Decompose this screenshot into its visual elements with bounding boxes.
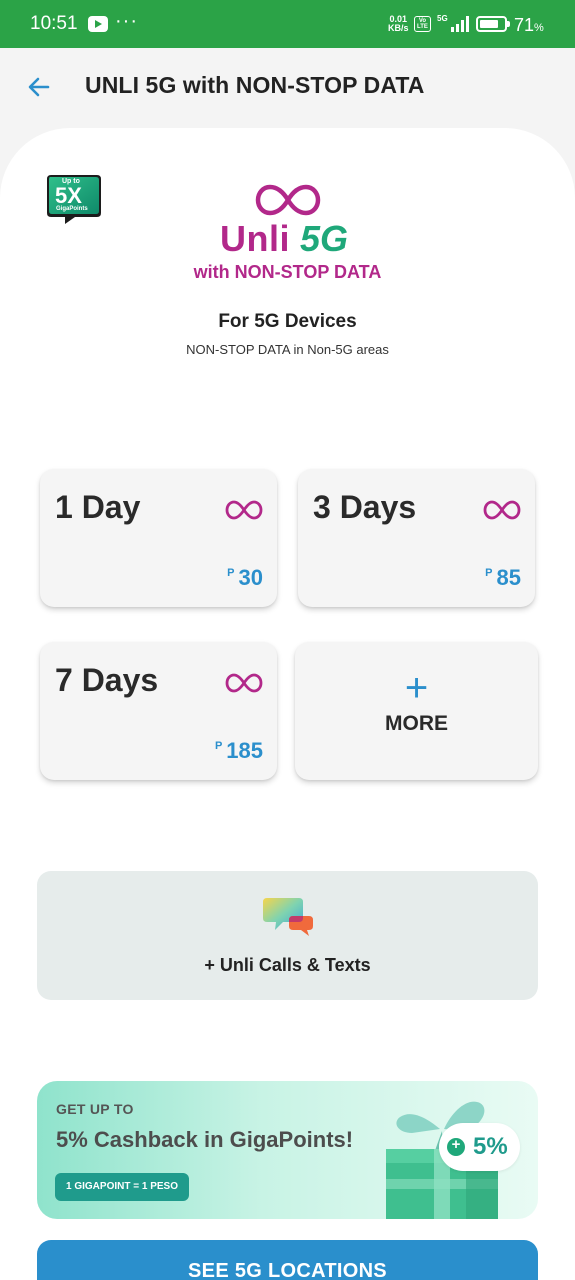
- plan-name: 1 Day: [55, 489, 141, 525]
- battery-icon: [476, 16, 510, 32]
- currency-symbol: P: [485, 567, 493, 579]
- volte-icon: Vo LTE: [414, 16, 431, 32]
- plan-price: P 30: [227, 565, 263, 591]
- cashback-percent-badge: 5%: [439, 1123, 520, 1171]
- status-time: 10:51: [30, 13, 78, 34]
- coin-icon: [447, 1136, 465, 1156]
- youtube-icon: [88, 16, 108, 32]
- plan-card-7-days[interactable]: 7 Days P 185: [40, 642, 277, 780]
- infinity-icon: [225, 673, 263, 693]
- price-value: 185: [226, 738, 263, 763]
- cashback-banner[interactable]: GET UP TO 5% Cashback in GigaPoints! 1 G…: [37, 1081, 538, 1219]
- net-speed-unit: KB/s: [388, 23, 409, 33]
- battery-percent: 71%: [514, 15, 544, 36]
- plan-card-1-day[interactable]: 1 Day P 30: [40, 469, 277, 607]
- logo-tagline: with NON-STOP DATA: [0, 262, 575, 283]
- devices-title: For 5G Devices: [218, 311, 357, 332]
- net-speed: 0.01 KB/s: [388, 15, 409, 33]
- plan-price: P 85: [485, 565, 521, 591]
- cashback-percent: 5%: [473, 1133, 508, 1160]
- more-notifications-icon: ···: [115, 10, 138, 32]
- battery-value: 71: [514, 15, 535, 35]
- tagline-text: with NON-STOP DATA: [193, 262, 382, 282]
- page-title: UNLI 5G with NON-STOP DATA: [85, 72, 425, 98]
- cashback-title: 5% Cashback in GigaPoints!: [56, 1127, 354, 1152]
- plan-name: 3 Days: [313, 489, 417, 525]
- more-label: MORE: [385, 712, 448, 735]
- badge-sub-text: GigaPoints: [56, 206, 88, 212]
- price-value: 85: [496, 565, 521, 590]
- price-value: 30: [238, 565, 263, 590]
- infinity-logo-icon: [255, 184, 321, 216]
- status-bar: 10:51 ··· 0.01 KB/s Vo LTE 5G 71%: [0, 0, 575, 48]
- logo-5g: 5G: [300, 218, 349, 259]
- battery-unit: %: [534, 22, 544, 34]
- addon-label: + Unli Calls & Texts: [204, 955, 371, 975]
- infinity-icon: [483, 500, 521, 520]
- infinity-icon: [225, 500, 263, 520]
- signal-icon: 5G: [437, 14, 469, 34]
- network-type: 5G: [437, 14, 448, 23]
- more-plans-button[interactable]: + MORE: [295, 642, 538, 780]
- devices-subtitle: NON-STOP DATA in Non-5G areas: [186, 342, 389, 357]
- back-arrow-icon[interactable]: [26, 74, 52, 100]
- currency-symbol: P: [227, 567, 235, 579]
- currency-symbol: P: [214, 740, 223, 752]
- logo-unli: Unli: [220, 218, 290, 259]
- gigapoint-rate-pill: 1 GIGAPOINT = 1 PESO: [55, 1173, 189, 1201]
- cashback-kicker: GET UP TO: [56, 1101, 134, 1117]
- plus-icon: +: [404, 666, 429, 710]
- see-5g-locations-button[interactable]: SEE 5G LOCATIONS: [37, 1240, 538, 1280]
- plan-name: 7 Days: [55, 662, 159, 698]
- plan-card-3-days[interactable]: 3 Days P 85: [298, 469, 535, 607]
- addon-unli-calls-texts[interactable]: + Unli Calls & Texts: [37, 871, 538, 1000]
- plan-price: P 185: [215, 738, 263, 764]
- chat-bubbles-icon: [263, 898, 313, 936]
